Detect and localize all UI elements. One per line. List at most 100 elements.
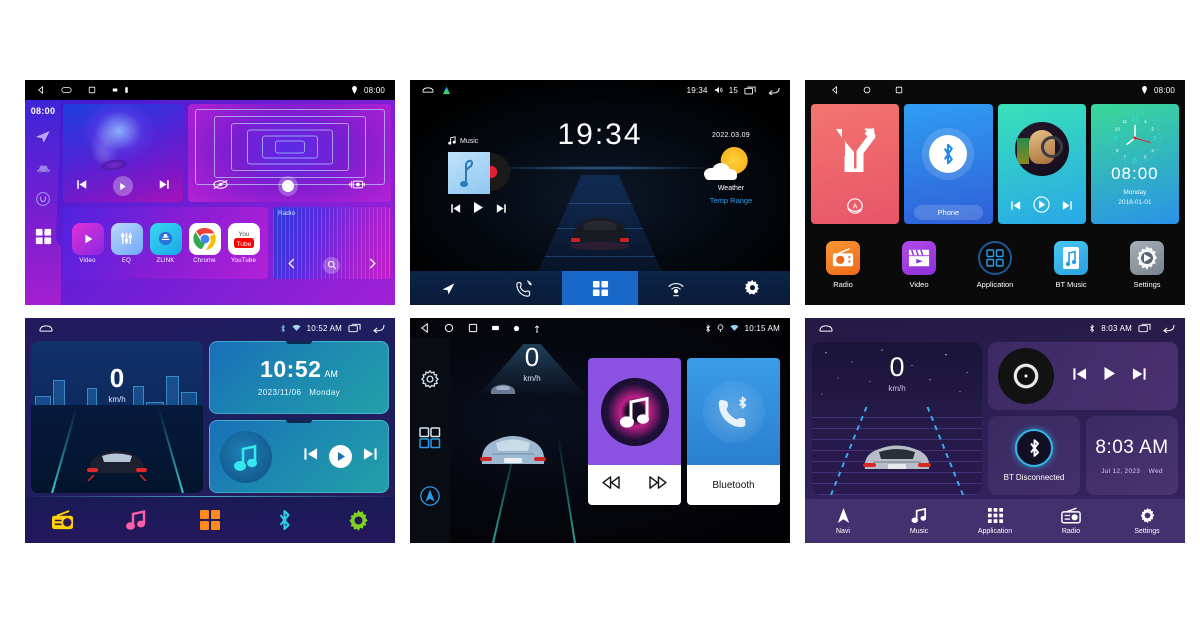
app-label: EQ	[121, 257, 132, 264]
apps-grid-icon[interactable]	[419, 427, 441, 454]
home-icon[interactable]	[422, 86, 434, 94]
recents-icon[interactable]	[744, 86, 756, 95]
app-youtube[interactable]: You Tube YouTube	[227, 222, 260, 264]
bluetooth-card-5[interactable]: Bluetooth	[687, 358, 780, 505]
next-track-icon[interactable]	[496, 201, 507, 219]
car-icon[interactable]	[35, 161, 52, 179]
apps-grid-icon[interactable]	[35, 228, 52, 250]
clock-tile[interactable]: 12 3 6 9 1 2 4 5 7 8 10 11 08:00 Monday	[1090, 104, 1179, 224]
settings-gear-icon[interactable]	[419, 369, 441, 396]
nav-music[interactable]: Music	[881, 507, 957, 535]
next-track-icon[interactable]	[158, 177, 170, 195]
speed-widget-6[interactable]: 0 km/h	[812, 342, 982, 495]
chevron-right-icon[interactable]	[368, 256, 377, 274]
album-art-card[interactable]	[63, 104, 183, 202]
dock-btmusic[interactable]: BT Music	[1033, 241, 1109, 289]
app-icon[interactable]	[442, 86, 451, 95]
app-video[interactable]: Video	[71, 222, 104, 264]
navigation-icon[interactable]	[419, 485, 441, 512]
back-arrow-icon[interactable]	[768, 86, 780, 95]
panel-4-main: 0 km/h 10:52 AM 2023/11/06 Monday	[31, 341, 389, 493]
nav-radio[interactable]	[25, 509, 99, 531]
car-illustration	[570, 217, 630, 250]
next-track-icon[interactable]	[1062, 198, 1073, 216]
status-time-6: 8:03 AM	[1101, 323, 1132, 333]
home-icon[interactable]	[39, 324, 53, 333]
navigation-tile[interactable]: A	[811, 104, 900, 224]
app-zlink[interactable]: ZLINK	[149, 222, 182, 264]
back-icon[interactable]	[420, 323, 430, 333]
circle-icon[interactable]	[35, 191, 51, 212]
nav-radio[interactable]: Radio	[1033, 507, 1109, 535]
chevron-left-icon[interactable]	[287, 256, 296, 274]
prev-track-icon[interactable]	[602, 475, 621, 495]
play-icon[interactable]	[1033, 196, 1050, 218]
nav-music[interactable]	[99, 509, 173, 531]
prev-track-icon[interactable]	[1010, 198, 1021, 216]
dock-video[interactable]: Video	[881, 241, 957, 289]
nav-phone[interactable]	[486, 271, 562, 305]
play-button[interactable]	[329, 445, 352, 468]
nav-bluetooth[interactable]	[247, 508, 321, 532]
speed-city-widget[interactable]: 0 km/h	[31, 341, 203, 493]
lower-card-row: BT Disconnected 8:03 AM Jul 12, 2023 Wed	[988, 416, 1178, 495]
nav-radio[interactable]	[638, 271, 714, 305]
recents-icon[interactable]	[1138, 323, 1151, 333]
nav-settings[interactable]	[321, 509, 395, 532]
app-chrome[interactable]: Chrome	[188, 222, 221, 264]
home-icon[interactable]	[61, 86, 72, 94]
nav-application[interactable]: Application	[957, 507, 1033, 535]
next-track-icon[interactable]	[1132, 367, 1147, 386]
bluetooth-card-6[interactable]: BT Disconnected	[988, 416, 1080, 495]
prev-track-icon[interactable]	[1072, 367, 1087, 386]
rear-camera-icon[interactable]	[213, 177, 228, 195]
record-icon[interactable]	[278, 176, 299, 196]
nav-settings[interactable]	[714, 271, 790, 305]
play-icon[interactable]	[473, 201, 484, 219]
camera-icon[interactable]	[349, 177, 366, 195]
dock-radio[interactable]: Radio	[805, 241, 881, 289]
navigation-icon[interactable]	[35, 128, 51, 149]
weather-widget[interactable]: 2022.03.09 Weather Temp Range	[688, 132, 774, 205]
home-icon[interactable]	[444, 323, 454, 333]
music-card-4[interactable]	[209, 420, 389, 493]
nav-apps[interactable]	[562, 271, 638, 305]
nav-apps[interactable]	[173, 509, 247, 531]
music-widget-2[interactable]: Music	[448, 136, 530, 219]
music-tile[interactable]	[997, 104, 1086, 224]
recents-icon[interactable]	[348, 323, 361, 333]
phone-tile[interactable]: Phone	[904, 104, 993, 224]
dock-application[interactable]: Application	[957, 241, 1033, 289]
prev-track-icon[interactable]	[450, 201, 461, 219]
music-card-6[interactable]	[988, 342, 1178, 410]
home-icon[interactable]	[863, 86, 871, 94]
app-label: Video	[79, 257, 96, 264]
volume-icon[interactable]	[714, 86, 723, 94]
home-icon[interactable]	[819, 324, 833, 333]
app-eq[interactable]: EQ	[110, 222, 143, 264]
clock-card-4[interactable]: 10:52 AM 2023/11/06 Monday	[209, 341, 389, 414]
back-icon[interactable]	[37, 86, 45, 94]
recents-icon[interactable]	[468, 323, 478, 333]
nav-settings[interactable]: Settings	[1109, 507, 1185, 535]
play-icon[interactable]	[1103, 366, 1116, 386]
back-icon[interactable]	[831, 86, 839, 94]
play-button[interactable]	[112, 176, 133, 196]
nav-navi[interactable]: Navi	[805, 507, 881, 535]
search-icon[interactable]	[323, 256, 341, 274]
camera-preview-card[interactable]	[188, 104, 391, 202]
recents-icon[interactable]	[88, 86, 96, 94]
navbar-2	[410, 271, 790, 305]
back-arrow-icon[interactable]	[372, 323, 385, 333]
nav-navigation[interactable]	[410, 271, 486, 305]
radio-widget[interactable]: Radio	[273, 207, 391, 279]
dock-settings[interactable]: Settings	[1109, 241, 1185, 289]
back-arrow-icon[interactable]	[1162, 323, 1175, 333]
prev-track-icon[interactable]	[303, 447, 318, 466]
next-track-icon[interactable]	[648, 475, 667, 495]
clock-card-6[interactable]: 8:03 AM Jul 12, 2023 Wed	[1086, 416, 1178, 495]
recents-icon[interactable]	[895, 86, 903, 94]
next-track-icon[interactable]	[363, 447, 378, 466]
music-card-5[interactable]	[588, 358, 681, 505]
prev-track-icon[interactable]	[76, 177, 88, 195]
